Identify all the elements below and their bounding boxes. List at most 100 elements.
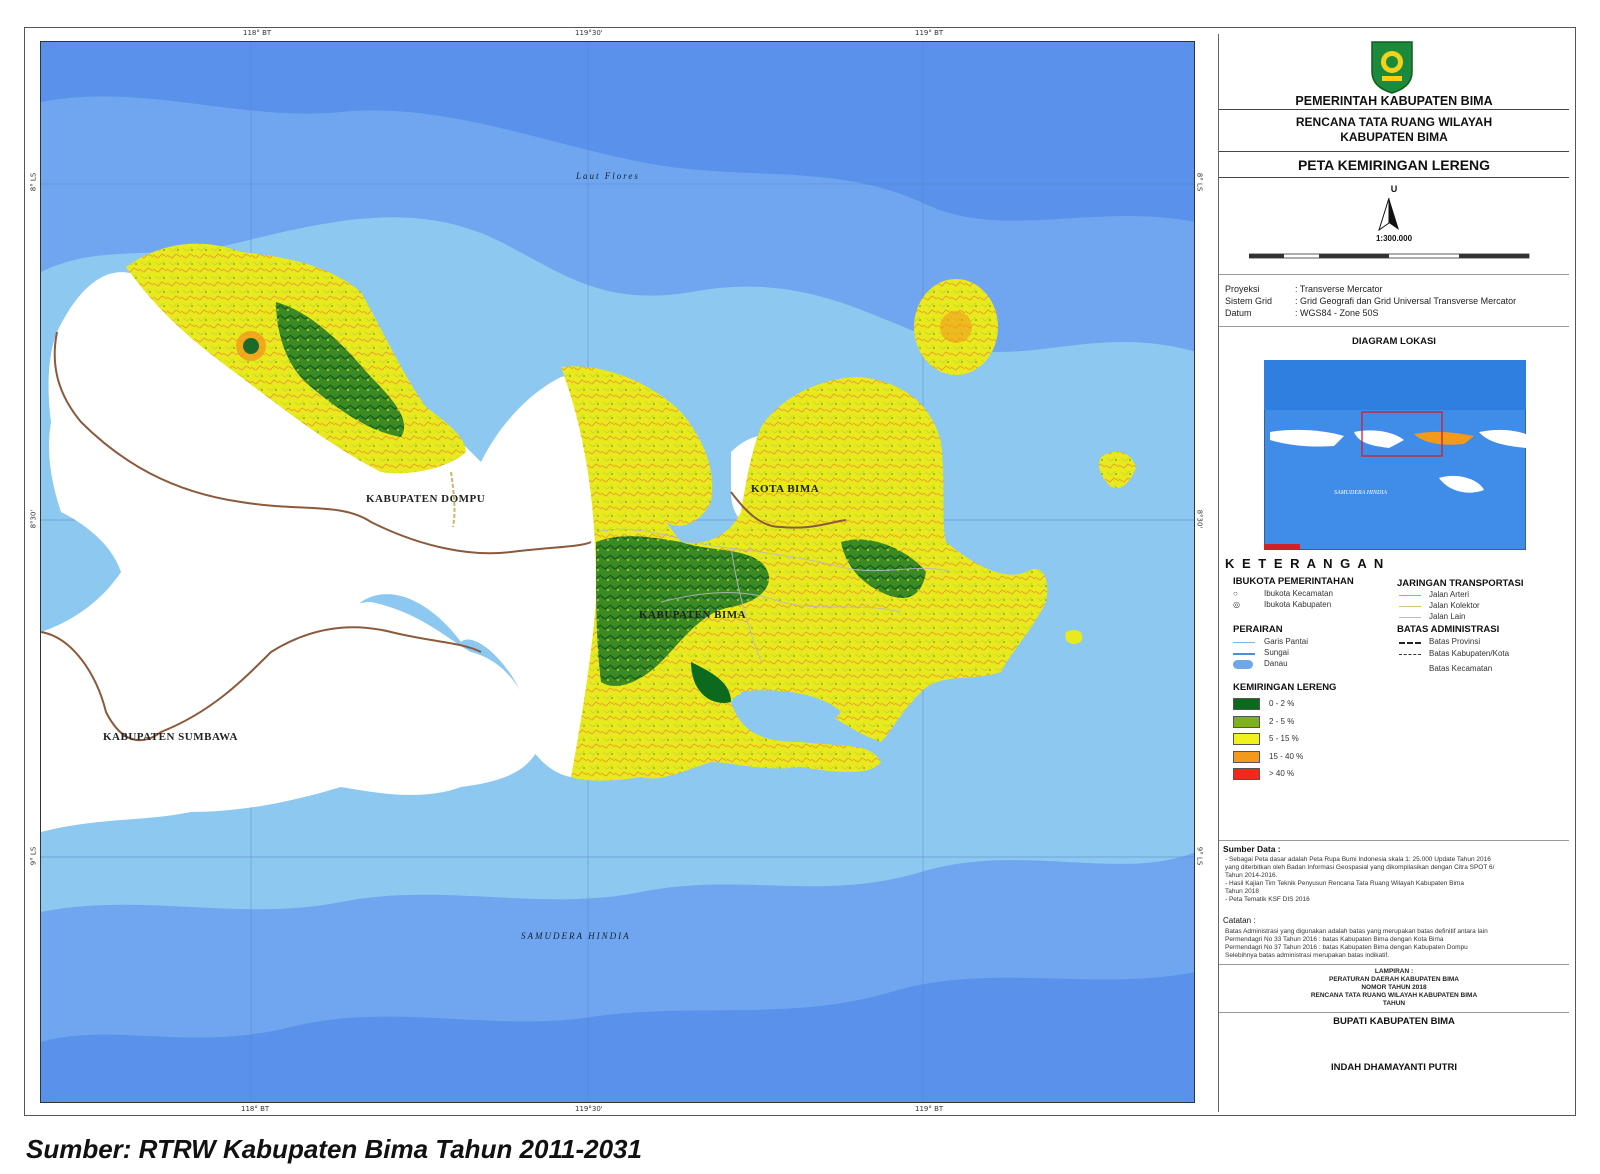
gov-title: PEMERINTAH KABUPATEN BIMA [1295, 94, 1493, 108]
catatan-line: Permendagri No 37 Tahun 2016 : batas Kab… [1225, 944, 1468, 951]
provinsi-line [1399, 642, 1421, 644]
sumber-lines: - Sebagai Peta dasar adalah Peta Rupa Bu… [1225, 856, 1565, 904]
jaringan-item-3: Jalan Lain [1429, 612, 1466, 621]
sumber-line: Tahun 2018 [1225, 888, 1259, 895]
perairan-title: PERAIRAN [1233, 624, 1283, 635]
slope-map[interactable]: Laut Flores SAMUDERA HINDIA KABUPATEN DO… [40, 41, 1195, 1103]
batas-item-1: Batas Provinsi [1429, 637, 1481, 646]
batas-title: BATAS ADMINISTRASI [1397, 624, 1500, 635]
grid-value: : Grid Geografi dan Grid Universal Trans… [1295, 296, 1517, 306]
slope-swatch [1233, 715, 1260, 728]
region-label-dompu: KABUPATEN DOMPU [366, 493, 485, 505]
slope-swatch [1233, 768, 1260, 780]
datum-value: : WGS84 - Zone 50S [1295, 308, 1379, 318]
jaringan-item-2: Jalan Kolektor [1429, 601, 1480, 610]
lampiran-line: LAMPIRAN : [1374, 968, 1414, 975]
location-inset-map: SAMUDERA HINDIA [1264, 360, 1526, 550]
lain-line [1399, 617, 1421, 618]
tick-bottom-1: 118° BT [241, 1105, 270, 1113]
region-label-kota-bima: KOTA BIMA [751, 483, 819, 495]
jaringan-title: JARINGAN TRANSPORTASI [1397, 578, 1524, 589]
keterangan-title: K E T E R A N G A N [1225, 556, 1386, 571]
jaringan-item-1: Jalan Arteri [1429, 590, 1470, 599]
lampiran-block: LAMPIRAN : PERATURAN DAERAH KABUPATEN BIM… [1219, 968, 1569, 1008]
region-label-sumbawa: KABUPATEN SUMBAWA [103, 731, 238, 743]
sumber-line: Tahun 2014-2016. [1225, 872, 1278, 879]
ibukota-title: IBUKOTA PEMERINTAHAN [1233, 576, 1354, 587]
slope-swatch [1233, 698, 1260, 710]
tick-top-1: 118° BT [243, 29, 272, 37]
tick-right-2: 8°30' [1195, 509, 1204, 529]
tick-top-2: 119°30' [575, 29, 603, 37]
arteri-line [1399, 595, 1421, 596]
bupati-title: BUPATI KABUPATEN BIMA [1333, 1016, 1455, 1027]
slope-label: 15 - 40 % [1269, 751, 1304, 761]
legend-panel: PEMERINTAH KABUPATEN BIMA RENCANA TATA R… [1218, 34, 1569, 1112]
kolektor-line [1399, 606, 1421, 607]
region-label-kab-bima: KABUPATEN BIMA [639, 609, 746, 621]
slope-title: KEMIRINGAN LERENG [1233, 682, 1337, 693]
proj-label: Proyeksi [1225, 284, 1260, 294]
map-title: PETA KEMIRINGAN LERENG [1297, 157, 1491, 173]
catatan-line: Batas Administrasi yang digunakan adalah… [1225, 928, 1488, 935]
catatan-line: Permendagri No 33 Tahun 2016 : batas Kab… [1225, 936, 1444, 943]
kabupaten-symbol: ◎ [1233, 600, 1240, 609]
slope-swatch [1233, 750, 1260, 763]
batas-item-3: Batas Kecamatan [1429, 664, 1493, 673]
map-canvas: Laut Flores SAMUDERA HINDIA KABUPATEN DO… [41, 42, 1194, 1102]
catatan-line: Selebihnya batas administrasi merupakan … [1225, 952, 1390, 959]
plan-title-2: KABUPATEN BIMA [1340, 130, 1448, 144]
kecamatan-symbol: ○ [1233, 589, 1238, 598]
inset-sea-label: SAMUDERA HINDIA [1334, 490, 1387, 496]
lampiran-line: TAHUN [1382, 1000, 1406, 1007]
lake-symbol [1233, 660, 1253, 669]
plan-title-1: RENCANA TATA RUANG WILAYAH [1295, 115, 1493, 129]
sumber-line: yang diterbitkan oleh Badan Informasi Ge… [1225, 864, 1495, 871]
datum-label: Datum [1225, 308, 1252, 318]
perairan-item-3: Danau [1264, 659, 1288, 668]
lampiran-line: NOMOR TAHUN 2018 [1361, 984, 1427, 991]
tick-bottom-3: 119° BT [915, 1105, 944, 1113]
river-line [1233, 653, 1255, 655]
ibukota-item-1: Ibukota Kecamatan [1264, 589, 1333, 598]
sumber-line: - Peta Tematik KSF DIS 2016 [1225, 896, 1310, 903]
tick-right-1: 8° LS [1195, 172, 1204, 192]
ibukota-item-2: Ibukota Kabupaten [1264, 600, 1332, 609]
tick-left-2: 8°30' [29, 509, 38, 529]
scale-bar [1249, 253, 1530, 259]
scale-text: 1:300.000 [1375, 234, 1413, 243]
tick-left-1: 8° LS [29, 172, 38, 192]
location-title: DIAGRAM LOKASI [1352, 336, 1436, 347]
coastline-line [1233, 642, 1255, 643]
coat-of-arms-icon [1371, 41, 1413, 94]
lampiran-line: PERATURAN DAERAH KABUPATEN BIMA [1329, 976, 1459, 983]
slope-label: 5 - 15 % [1269, 734, 1299, 743]
proj-value: : Transverse Mercator [1295, 284, 1383, 294]
tick-right-3: 9° LS [1195, 846, 1204, 866]
kabupaten-line [1399, 654, 1421, 655]
bupati-name: INDAH DHAMAYANTI PUTRI [1331, 1062, 1457, 1073]
sumber-line: - Sebagai Peta dasar adalah Peta Rupa Bu… [1225, 856, 1491, 863]
tick-left-3: 9° LS [29, 846, 38, 866]
grid-label: Sistem Grid [1225, 296, 1273, 306]
figure-caption: Sumber: RTRW Kabupaten Bima Tahun 2011-2… [26, 1134, 642, 1164]
sea-label-north: Laut Flores [575, 171, 640, 181]
north-letter: U [1390, 184, 1398, 194]
sea-label-south: SAMUDERA HINDIA [521, 931, 631, 941]
tick-top-3: 119° BT [915, 29, 944, 37]
slope-label: > 40 % [1269, 769, 1295, 778]
catatan-title: Catatan : [1223, 916, 1256, 925]
perairan-item-1: Garis Pantai [1264, 637, 1309, 646]
sumber-line: - Hasil Kajian Tim Teknik Penyusun Renca… [1225, 880, 1464, 887]
slope-swatch [1233, 733, 1260, 745]
sumber-title: Sumber Data : [1223, 844, 1281, 854]
slope-label: 2 - 5 % [1269, 716, 1295, 726]
perairan-item-2: Sungai [1264, 648, 1289, 657]
slope-label: 0 - 2 % [1269, 699, 1295, 708]
batas-item-2: Batas Kabupaten/Kota [1429, 649, 1510, 658]
tick-bottom-2: 119°30' [575, 1105, 603, 1113]
catatan-lines: Batas Administrasi yang digunakan adalah… [1225, 928, 1565, 960]
projection-info: Proyeksi : Transverse Mercator Sistem Gri… [1225, 284, 1565, 320]
north-arrow-icon [1378, 197, 1399, 232]
lampiran-line: RENCANA TATA RUANG WILAYAH KABUPATEN BIM… [1310, 992, 1478, 999]
